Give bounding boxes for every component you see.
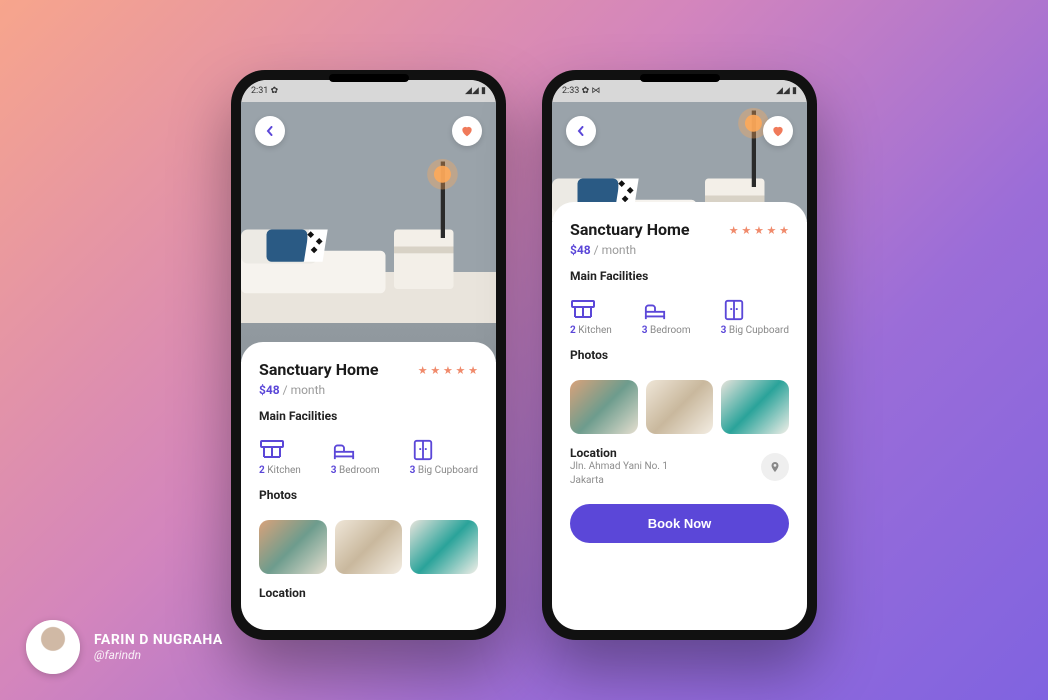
rating-stars: ★ ★ ★ ★ ★ [729, 224, 789, 237]
map-pin-button[interactable] [761, 453, 789, 481]
author-badge: FARIN D NUGRAHA @farindn [26, 620, 223, 674]
favorite-button[interactable] [452, 116, 482, 146]
status-bar: 2:33 ✿ ⋈ ◢◢ ▮ [552, 80, 807, 102]
screen-right: 2:33 ✿ ⋈ ◢◢ ▮ Sanctuary Home $48 [552, 80, 807, 630]
listing-price: $48 / month [570, 243, 690, 257]
location-heading: Location [570, 446, 668, 460]
photo-row[interactable] [570, 380, 789, 434]
photo-thumb[interactable] [721, 380, 789, 434]
status-time: 2:33 [562, 86, 579, 96]
facility-cupboard: 3 Big Cupboard [721, 299, 789, 336]
status-right: ◢◢ ▮ [465, 86, 486, 96]
facility-bedroom: 3 Bedroom [331, 439, 380, 476]
phone-right: 2:33 ✿ ⋈ ◢◢ ▮ Sanctuary Home $48 [542, 70, 817, 640]
back-button[interactable] [255, 116, 285, 146]
facilities-heading: Main Facilities [570, 269, 789, 283]
facility-bedroom: 3 Bedroom [642, 299, 691, 336]
photo-row[interactable] [259, 520, 478, 574]
rating-stars: ★ ★ ★ ★ ★ [418, 364, 478, 377]
listing-title: Sanctuary Home [259, 360, 379, 379]
facilities-heading: Main Facilities [259, 409, 478, 423]
status-right: ◢◢ ▮ [776, 86, 797, 96]
facility-kitchen: 2 Kitchen [570, 299, 612, 336]
author-handle: @farindn [94, 648, 223, 662]
heart-icon [771, 124, 785, 138]
bed-icon [642, 299, 668, 321]
author-name: FARIN D NUGRAHA [94, 632, 223, 648]
hero-image [241, 102, 496, 362]
photo-thumb[interactable] [570, 380, 638, 434]
cupboard-icon [410, 439, 436, 461]
detail-sheet[interactable]: Sanctuary Home $48 / month ★ ★ ★ ★ ★ Mai… [552, 202, 807, 630]
kitchen-icon [570, 299, 596, 321]
address-line2: Jakarta [570, 474, 668, 488]
screen-left: 2:31 ✿ ◢◢ ▮ Sanctuary Home $48 [241, 80, 496, 630]
photo-thumb[interactable] [410, 520, 478, 574]
status-bar: 2:31 ✿ ◢◢ ▮ [241, 80, 496, 102]
photo-thumb[interactable] [646, 380, 714, 434]
gear-icon: ✿ ⋈ [582, 86, 601, 96]
back-button[interactable] [566, 116, 596, 146]
detail-sheet[interactable]: Sanctuary Home $48 / month ★ ★ ★ ★ ★ Mai… [241, 342, 496, 630]
facilities-row: 2 Kitchen 3 Bedroom 3 Big Cupboard [259, 439, 478, 476]
facility-cupboard: 3 Big Cupboard [410, 439, 478, 476]
chevron-left-icon [576, 126, 586, 136]
pin-icon [769, 460, 781, 474]
photo-thumb[interactable] [259, 520, 327, 574]
listing-price: $48 / month [259, 383, 379, 397]
favorite-button[interactable] [763, 116, 793, 146]
phone-left: 2:31 ✿ ◢◢ ▮ Sanctuary Home $48 [231, 70, 506, 640]
kitchen-icon [259, 439, 285, 461]
bed-icon [331, 439, 357, 461]
avatar [26, 620, 80, 674]
gear-icon: ✿ [271, 86, 279, 96]
photo-thumb[interactable] [335, 520, 403, 574]
chevron-left-icon [265, 126, 275, 136]
heart-icon [460, 124, 474, 138]
location-heading: Location [259, 586, 478, 600]
cupboard-icon [721, 299, 747, 321]
photos-heading: Photos [570, 348, 789, 362]
facilities-row: 2 Kitchen 3 Bedroom 3 Big Cupboard [570, 299, 789, 336]
listing-title: Sanctuary Home [570, 220, 690, 239]
photos-heading: Photos [259, 488, 478, 502]
address-line1: Jln. Ahmad Yani No. 1 [570, 460, 668, 474]
facility-kitchen: 2 Kitchen [259, 439, 301, 476]
phone-mockups: 2:31 ✿ ◢◢ ▮ Sanctuary Home $48 [0, 0, 1048, 640]
status-time: 2:31 [251, 86, 268, 96]
book-now-button[interactable]: Book Now [570, 504, 789, 543]
